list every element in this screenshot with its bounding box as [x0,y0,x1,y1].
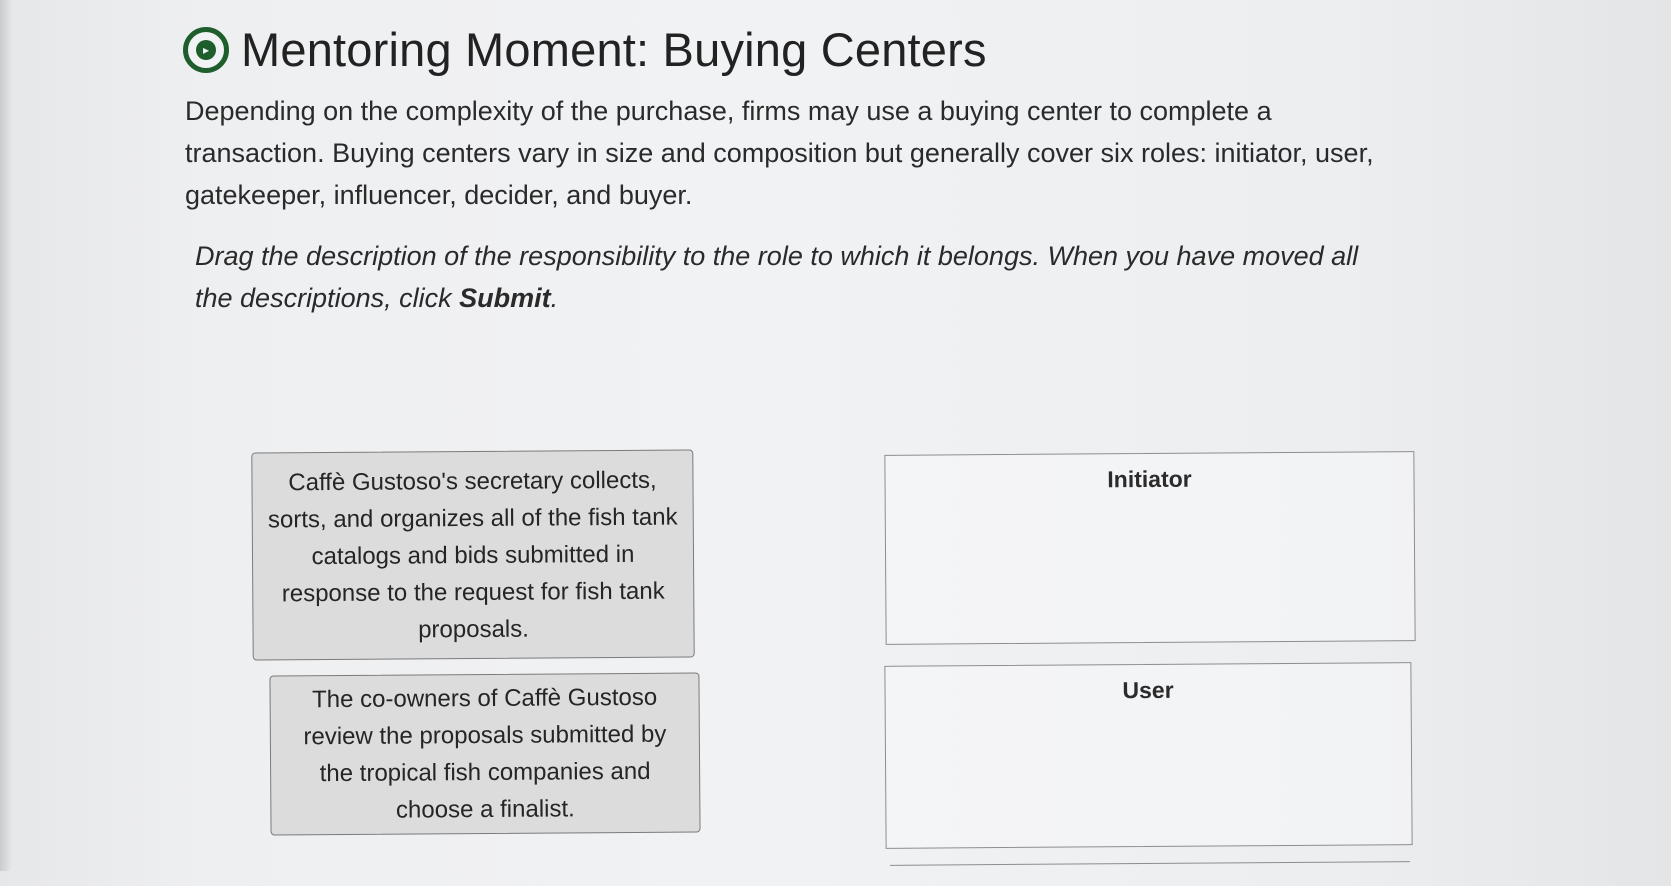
intro-text: Depending on the complexity of the purch… [185,96,1374,210]
dropzone-user[interactable]: User [884,662,1413,849]
description-card-text: The co-owners of Caffè Gustoso review th… [303,683,667,824]
dropzone-next-partial[interactable] [889,861,1411,886]
submit-emphasis: Submit [459,283,551,313]
description-card-text: Caffè Gustoso's secretary collects, sort… [267,466,678,643]
dropzone-label-user: User [1122,676,1174,704]
compass-icon: ▸ [183,26,229,73]
instructions-end: . [550,283,559,313]
page-title: Mentoring Moment: Buying Centers [241,23,987,76]
description-card-secretary[interactable]: Caffè Gustoso's secretary collects, sort… [251,449,695,661]
screen-edge [0,0,12,871]
dropzone-initiator[interactable]: Initiator [884,451,1416,645]
page-header: ▸ Mentoring Moment: Buying Centers [183,22,987,77]
instructions-body: Drag the description of the responsibili… [195,241,1359,313]
description-card-co-owners[interactable]: The co-owners of Caffè Gustoso review th… [269,672,701,836]
instructions-text: Drag the description of the responsibili… [195,235,1375,319]
dropzone-label-initiator: Initiator [1107,465,1192,493]
